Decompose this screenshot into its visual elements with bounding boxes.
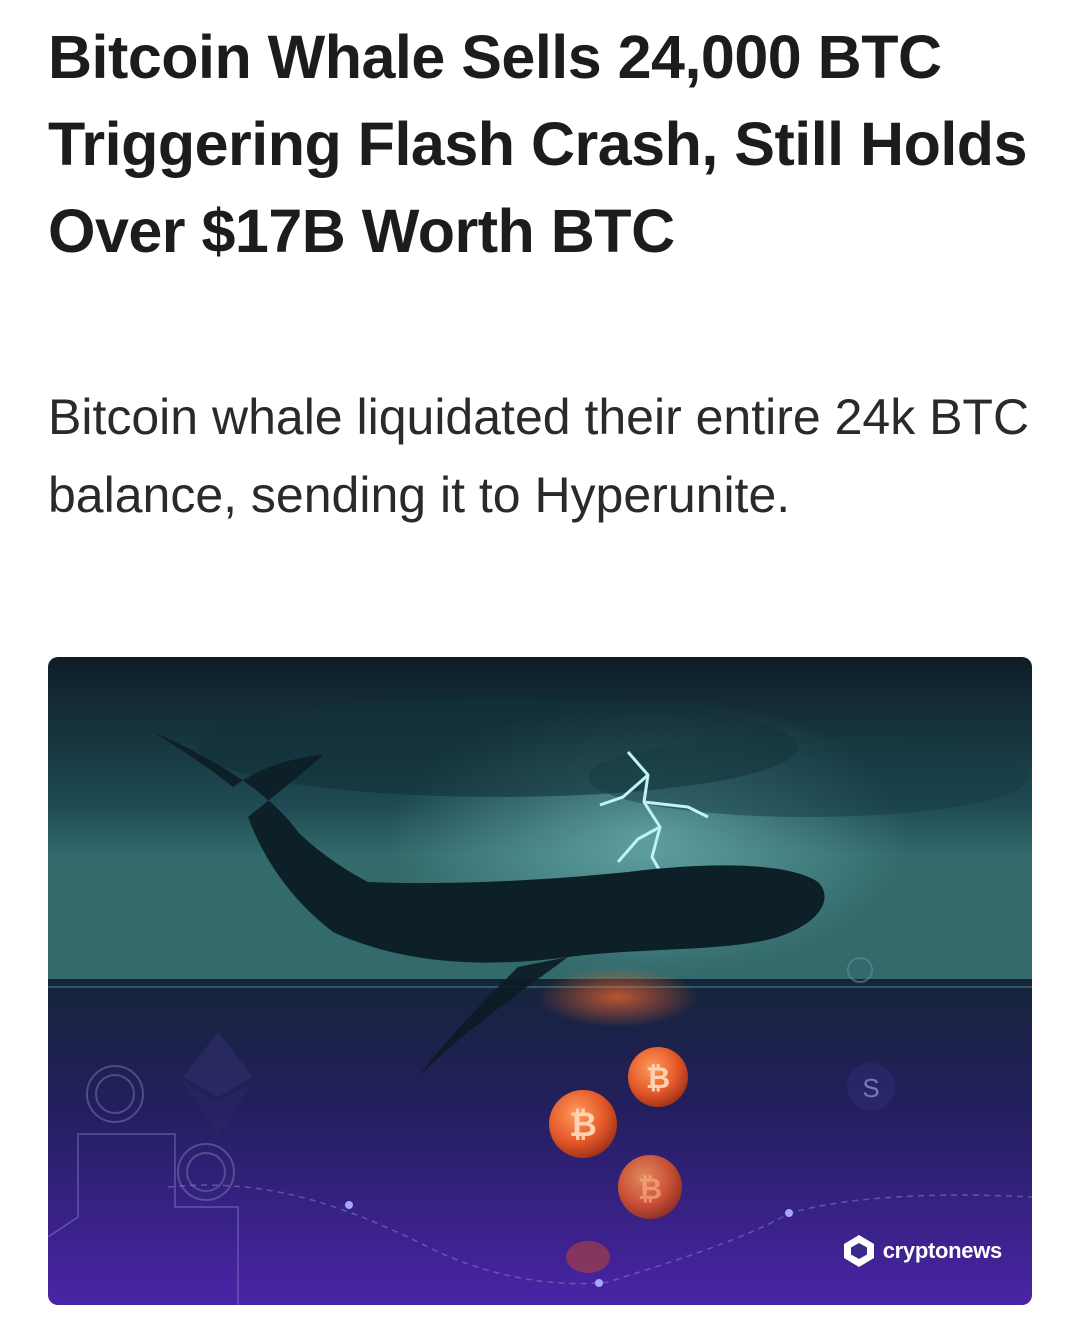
article-headline[interactable]: Bitcoin Whale Sells 24,000 BTC Triggerin… bbox=[48, 14, 1038, 275]
article-image[interactable]: ₿ ₿ ₿ S cryptonews bbox=[48, 657, 1032, 1305]
svg-text:₿: ₿ bbox=[638, 1173, 662, 1206]
brand-name: cryptonews bbox=[882, 1238, 1003, 1263]
svg-text:S: S bbox=[862, 1073, 879, 1103]
brand-watermark: cryptonews bbox=[841, 1233, 1002, 1269]
bitcoin-coin-icon: ₿ bbox=[628, 1047, 688, 1107]
article-summary: Bitcoin whale liquidated their entire 24… bbox=[48, 389, 1030, 523]
belly-glow bbox=[538, 967, 698, 1027]
svg-text:₿: ₿ bbox=[569, 1106, 597, 1144]
article-card[interactable]: Bitcoin Whale Sells 24,000 BTC Triggerin… bbox=[0, 0, 1080, 1323]
svg-text:₿: ₿ bbox=[646, 1062, 670, 1095]
bitcoin-coin-icon: ₿ bbox=[618, 1155, 682, 1219]
cryptonews-logo-icon bbox=[843, 1235, 874, 1267]
dollar-coin-icon: S bbox=[847, 1063, 895, 1111]
bitcoin-coin-icon: ₿ bbox=[549, 1090, 617, 1158]
